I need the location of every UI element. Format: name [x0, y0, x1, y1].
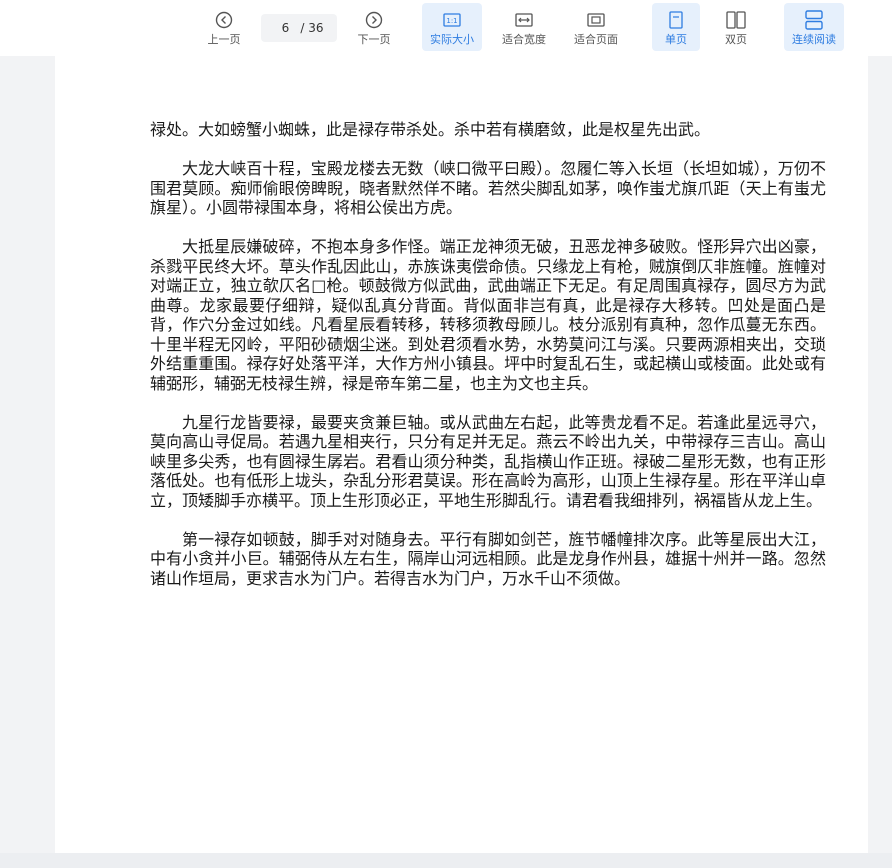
single-page-label: 单页 — [665, 33, 687, 46]
paragraph: 第一禄存如顿鼓，脚手对对随身去。平行有脚如剑芒，旌节幡幢排次序。此等星辰出大江，… — [150, 529, 826, 588]
continuous-reading-button[interactable]: 连续阅读 — [784, 3, 844, 51]
chevron-right-circle-icon — [365, 7, 383, 33]
actual-size-button[interactable]: 1:1 实际大小 — [422, 3, 482, 51]
actual-size-label: 实际大小 — [430, 33, 474, 46]
document-page: 禄处。大如螃蟹小蜘蛛，此是禄存带杀处。杀中若有横磨敛，此是权星先出武。 大龙大峡… — [55, 56, 868, 868]
paragraph: 大抵星辰嫌破碎，不抱本身多作怪。端正龙神须无破，丑恶龙神多破败。怪形异穴出凶豪，… — [150, 237, 826, 393]
total-pages: / 36 — [300, 21, 324, 35]
reader-toolbar: 上一页 6 / 36 下一页 1:1 实际大小 适合宽度 适合页面 单页 双页 … — [0, 0, 892, 56]
paragraph: 禄处。大如螃蟹小蜘蛛，此是禄存带杀处。杀中若有横磨敛，此是权星先出武。 — [150, 120, 711, 139]
chevron-left-circle-icon — [215, 7, 233, 33]
prev-page-label: 上一页 — [207, 33, 241, 46]
fit-page-button[interactable]: 适合页面 — [566, 3, 626, 51]
paragraph: 大龙大峡百十程，宝殿龙楼去无数（峡口微平曰殿）。忽履仁等入长垣（长坦如城），万仞… — [150, 159, 826, 217]
document-viewer[interactable]: 禄处。大如螃蟹小蜘蛛，此是禄存带杀处。杀中若有横磨敛，此是权星先出武。 大龙大峡… — [0, 56, 892, 868]
bottom-bar — [0, 853, 892, 868]
fit-width-button[interactable]: 适合宽度 — [494, 3, 554, 51]
page-text: 禄处。大如螃蟹小蜘蛛，此是禄存带杀处。杀中若有横磨敛，此是权星先出武。 大龙大峡… — [150, 120, 826, 608]
continuous-reading-icon — [805, 7, 823, 33]
actual-size-icon: 1:1 — [443, 7, 461, 33]
current-page-input[interactable]: 6 — [274, 21, 296, 35]
svg-text:1:1: 1:1 — [446, 17, 457, 25]
single-page-button[interactable]: 单页 — [652, 3, 700, 51]
fit-page-icon — [587, 7, 605, 33]
single-page-icon — [669, 7, 683, 33]
fit-width-label: 适合宽度 — [502, 33, 546, 46]
double-page-button[interactable]: 双页 — [712, 3, 760, 51]
fit-page-label: 适合页面 — [574, 33, 618, 46]
next-page-label: 下一页 — [357, 33, 391, 46]
page-indicator[interactable]: 6 / 36 — [261, 14, 337, 42]
fit-width-icon — [515, 7, 533, 33]
continuous-reading-label: 连续阅读 — [792, 33, 836, 46]
double-page-label: 双页 — [725, 33, 747, 46]
double-page-icon — [726, 7, 746, 33]
next-page-button[interactable]: 下一页 — [352, 3, 396, 51]
paragraph: 九星行龙皆要禄，最要夹贪兼巨轴。或从武曲左右起，此等贵龙看不足。若逢此星远寻穴，… — [150, 412, 826, 510]
prev-page-button[interactable]: 上一页 — [202, 3, 246, 51]
